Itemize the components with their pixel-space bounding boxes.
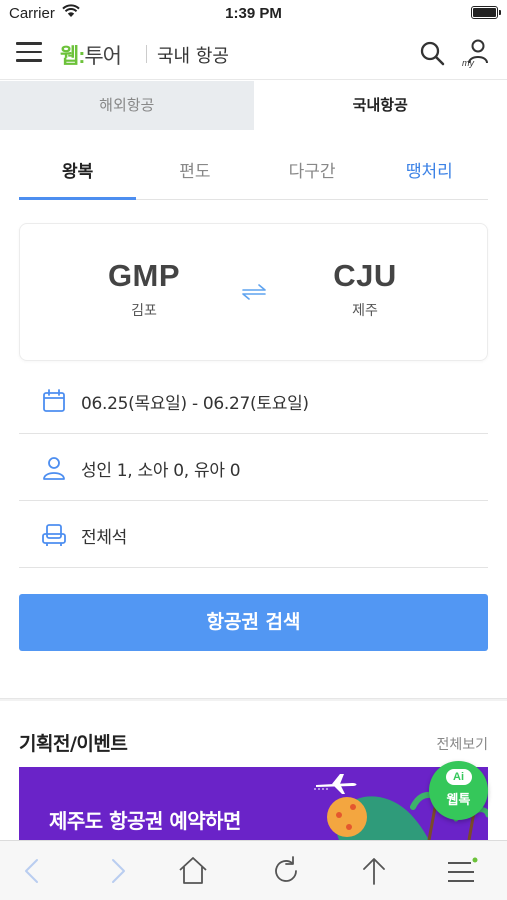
logo-text: 웹 bbox=[60, 45, 79, 68]
battery-icon bbox=[471, 6, 501, 19]
tab-overseas-flights[interactable]: 해외항공 bbox=[0, 81, 254, 130]
banner-headline: 제주도 항공권 예약하면 bbox=[49, 809, 241, 833]
main-tabs: 해외항공 국내항공 bbox=[0, 81, 507, 130]
ai-badge: Ai bbox=[445, 769, 472, 785]
departure-code: GMP bbox=[107, 258, 181, 293]
trip-type-tabs: 왕복 편도 다구간 땡처리 bbox=[19, 148, 488, 200]
passenger-count-text: 성인 1, 소아 0, 유아 0 bbox=[81, 461, 241, 481]
status-bar: Carrier 1:39 PM bbox=[0, 0, 507, 28]
date-range-text: 06.25(목요일) - 06.27(토요일) bbox=[81, 394, 309, 414]
my-page-person-icon[interactable]: my bbox=[461, 38, 491, 68]
menu-lines-icon[interactable] bbox=[444, 854, 478, 888]
events-section-title: 기획전/이벤트 bbox=[19, 733, 128, 755]
departure-airport[interactable]: GMP 김포 bbox=[84, 258, 204, 320]
seat-class-text: 전체석 bbox=[81, 528, 128, 548]
webtour-logo[interactable]: 웹:투어 bbox=[60, 40, 122, 70]
ai-chat-label: 웹톡 bbox=[446, 793, 471, 808]
page-title: 국내 항공 bbox=[157, 46, 229, 67]
person-icon bbox=[43, 457, 65, 480]
tab-last-minute[interactable]: 땡처리 bbox=[371, 148, 488, 199]
events-view-all-link[interactable]: 전체보기 bbox=[436, 734, 488, 754]
tab-round-trip[interactable]: 왕복 bbox=[19, 148, 137, 200]
arrival-city: 제주 bbox=[352, 303, 378, 319]
logo-text-rest: 투어 bbox=[84, 45, 122, 68]
section-divider bbox=[0, 698, 507, 701]
ai-chat-button[interactable]: Ai 웹톡 bbox=[429, 761, 488, 820]
bottom-navigation-bar bbox=[0, 840, 507, 900]
share-up-arrow-icon[interactable] bbox=[357, 854, 391, 888]
date-selector[interactable]: 06.25(목요일) - 06.27(토요일) bbox=[19, 367, 488, 434]
tab-one-way[interactable]: 편도 bbox=[136, 148, 253, 199]
header-divider bbox=[146, 45, 147, 63]
airplane-icon bbox=[314, 774, 357, 794]
calendar-icon bbox=[43, 389, 65, 412]
swap-arrows-icon[interactable] bbox=[240, 284, 268, 300]
seat-class-selector[interactable]: 전체석 bbox=[19, 501, 488, 568]
flight-search-button[interactable]: 항공권 검색 bbox=[19, 594, 488, 651]
home-icon[interactable] bbox=[176, 854, 210, 888]
departure-city: 김포 bbox=[131, 303, 157, 319]
hamburger-menu-icon[interactable] bbox=[16, 42, 42, 64]
refresh-icon[interactable] bbox=[269, 854, 303, 888]
search-icon[interactable] bbox=[419, 40, 445, 66]
clock-time: 1:39 PM bbox=[225, 5, 282, 22]
app-header: 웹:투어 국내 항공 my bbox=[0, 28, 507, 80]
passenger-selector[interactable]: 성인 1, 소아 0, 유아 0 bbox=[19, 434, 488, 501]
arrival-airport[interactable]: CJU 제주 bbox=[305, 258, 425, 320]
my-icon-label: my bbox=[462, 58, 474, 68]
tab-domestic-flights[interactable]: 국내항공 bbox=[253, 81, 507, 130]
back-arrow-icon[interactable] bbox=[15, 854, 49, 888]
route-card: GMP 김포 CJU 제주 bbox=[19, 223, 488, 361]
arrival-code: CJU bbox=[333, 258, 397, 293]
tab-multi-city[interactable]: 다구간 bbox=[254, 148, 371, 199]
seat-icon bbox=[42, 524, 66, 546]
forward-arrow-icon[interactable] bbox=[101, 854, 135, 888]
event-banner[interactable]: 제주도 항공권 예약하면 bbox=[19, 767, 488, 840]
